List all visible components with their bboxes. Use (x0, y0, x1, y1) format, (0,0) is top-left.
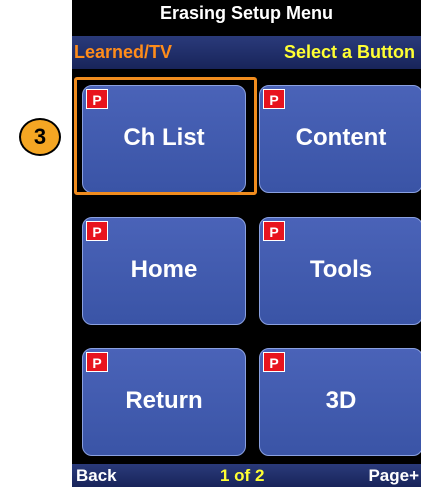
button-label: 3D (325, 387, 357, 414)
step-number-badge: 3 (19, 118, 61, 156)
page-indicator: 1 of 2 (220, 466, 265, 485)
tools-button[interactable]: P Tools (259, 217, 421, 325)
p-badge: P (86, 221, 108, 241)
p-badge: P (86, 352, 108, 372)
instruction-label: Select a Button (283, 42, 415, 62)
button-label: Content (295, 124, 387, 151)
button-label: Tools (309, 256, 373, 283)
button-label: Return (125, 387, 203, 414)
selection-highlight (74, 77, 257, 195)
remote-screen: Erasing Setup Menu Learned/TV Select a B… (72, 0, 421, 487)
footer-bar: Back 1 of 2 Page+ (72, 464, 421, 487)
status-bar: Learned/TV Select a Button (72, 36, 421, 69)
page-next-button[interactable]: Page+ (368, 464, 419, 487)
3d-button[interactable]: P 3D (259, 348, 421, 456)
device-mode-label: Learned/TV (74, 42, 173, 62)
content-button[interactable]: P Content (259, 85, 421, 193)
home-button[interactable]: P Home (82, 217, 246, 325)
button-label: Home (130, 256, 198, 283)
p-badge: P (263, 352, 285, 372)
p-badge: P (263, 221, 285, 241)
p-badge: P (263, 89, 285, 109)
return-button[interactable]: P Return (82, 348, 246, 456)
menu-title: Erasing Setup Menu (72, 0, 421, 27)
back-button[interactable]: Back (76, 464, 117, 487)
